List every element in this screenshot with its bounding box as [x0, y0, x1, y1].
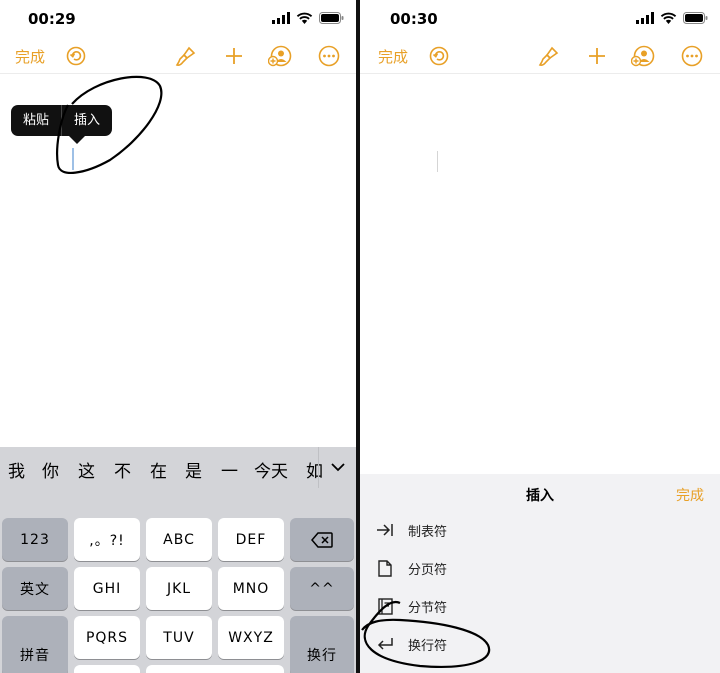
status-time: 00:29 [28, 10, 76, 28]
candidate-word[interactable]: 是 [185, 457, 202, 482]
key-emoticon[interactable]: ^^ [290, 567, 354, 610]
ellipsis-circle-icon [318, 45, 340, 67]
undo-icon [66, 46, 86, 66]
candidate-word[interactable]: 不 [114, 457, 131, 482]
insert-item-line-break[interactable]: 换行符 [360, 625, 720, 663]
paintbrush-icon [538, 46, 559, 66]
plus-icon [226, 48, 242, 64]
plus-icon [589, 48, 605, 64]
insert-item-tab[interactable]: 制表符 [360, 511, 720, 549]
insert-item-label: 制表符 [408, 524, 448, 540]
collaborate-button[interactable] [266, 38, 294, 74]
insert-item-section-break[interactable]: 分节符 [360, 587, 720, 625]
collaborate-icon [268, 45, 292, 67]
format-button[interactable] [536, 38, 562, 74]
status-bar: 00:29 [0, 8, 356, 30]
undo-button[interactable] [426, 38, 452, 74]
paintbrush-icon [175, 46, 196, 66]
paste-menu-item[interactable]: 粘贴 [11, 105, 61, 136]
insert-item-label: 分节符 [408, 600, 448, 616]
format-button[interactable] [173, 38, 199, 74]
key-pqrs[interactable]: PQRS [74, 616, 140, 659]
right-screen: 00:30 完成 插入 完成 制表符 分页符 分节符 换行符 [360, 0, 720, 673]
candidate-word[interactable]: 一 [221, 457, 238, 482]
key-partial [146, 665, 284, 673]
key-jkl[interactable]: JKL [146, 567, 212, 610]
insert-item-label: 换行符 [408, 638, 448, 654]
key-ghi[interactable]: GHI [74, 567, 140, 610]
menu-pointer [69, 136, 85, 144]
candidate-word[interactable]: 今天 [254, 457, 288, 482]
done-button[interactable]: 完成 [15, 38, 45, 74]
key-def[interactable]: DEF [218, 518, 284, 561]
sheet-done-button[interactable]: 完成 [676, 485, 704, 505]
collaborate-icon [631, 45, 655, 67]
candidate-word[interactable]: 这 [78, 457, 95, 482]
delete-key[interactable] [290, 518, 354, 561]
status-time: 00:30 [390, 10, 438, 28]
insert-menu-item[interactable]: 插入 [62, 105, 112, 136]
insert-item-label: 分页符 [408, 562, 448, 578]
key-pinyin[interactable]: 拼音 [2, 616, 68, 673]
toolbar: 完成 [0, 38, 356, 74]
battery-icon [683, 12, 708, 24]
ellipsis-circle-icon [681, 45, 703, 67]
key-tuv[interactable]: TUV [146, 616, 212, 659]
key-wxyz[interactable]: WXYZ [218, 616, 284, 659]
left-screen: 00:29 完成 粘贴 插入 我 你 这 不 在 是 一 今天 如 123 ,。… [0, 0, 356, 673]
add-button[interactable] [584, 38, 610, 74]
keyboard: 我 你 这 不 在 是 一 今天 如 123 ,。?! ABC DEF 英文 G… [0, 447, 356, 673]
edit-menu: 粘贴 插入 [11, 105, 113, 144]
status-bar: 00:30 [360, 8, 720, 30]
wifi-icon [296, 12, 313, 24]
undo-button[interactable] [63, 38, 89, 74]
line-break-icon [374, 633, 396, 655]
toolbar: 完成 [360, 38, 720, 74]
status-icons [636, 12, 708, 24]
key-abc[interactable]: ABC [146, 518, 212, 561]
key-mno[interactable]: MNO [218, 567, 284, 610]
backspace-icon [311, 531, 333, 548]
key-english[interactable]: 英文 [2, 567, 68, 610]
insert-item-page-break[interactable]: 分页符 [360, 549, 720, 587]
text-cursor [437, 151, 438, 172]
expand-candidates-button[interactable] [318, 447, 356, 488]
signal-icon [272, 12, 290, 24]
battery-icon [319, 12, 344, 24]
key-enter[interactable]: 换行 [290, 616, 354, 673]
text-cursor [72, 148, 74, 170]
tab-icon [374, 519, 396, 541]
candidate-bar: 我 你 这 不 在 是 一 今天 如 [0, 447, 356, 488]
key-punctuation[interactable]: ,。?! [74, 518, 140, 561]
insert-sheet: 插入 完成 制表符 分页符 分节符 换行符 [360, 474, 720, 673]
done-button[interactable]: 完成 [378, 38, 408, 74]
screenshot-stage: 00:29 完成 粘贴 插入 我 你 这 不 在 是 一 今天 如 123 ,。… [0, 0, 720, 673]
candidate-word[interactable]: 在 [150, 457, 167, 482]
signal-icon [636, 12, 654, 24]
section-break-icon [374, 595, 396, 617]
add-button[interactable] [221, 38, 247, 74]
page-break-icon [374, 557, 396, 579]
key-123[interactable]: 123 [2, 518, 68, 561]
sheet-header: 插入 完成 [360, 474, 720, 514]
more-button[interactable] [679, 38, 705, 74]
wifi-icon [660, 12, 677, 24]
undo-icon [429, 46, 449, 66]
key-partial [74, 665, 140, 673]
candidate-word[interactable]: 我 [8, 457, 25, 482]
collaborate-button[interactable] [629, 38, 657, 74]
more-button[interactable] [316, 38, 342, 74]
sheet-title: 插入 [526, 488, 554, 504]
status-icons [272, 12, 344, 24]
candidate-word[interactable]: 你 [42, 457, 59, 482]
chevron-down-icon [330, 463, 345, 472]
